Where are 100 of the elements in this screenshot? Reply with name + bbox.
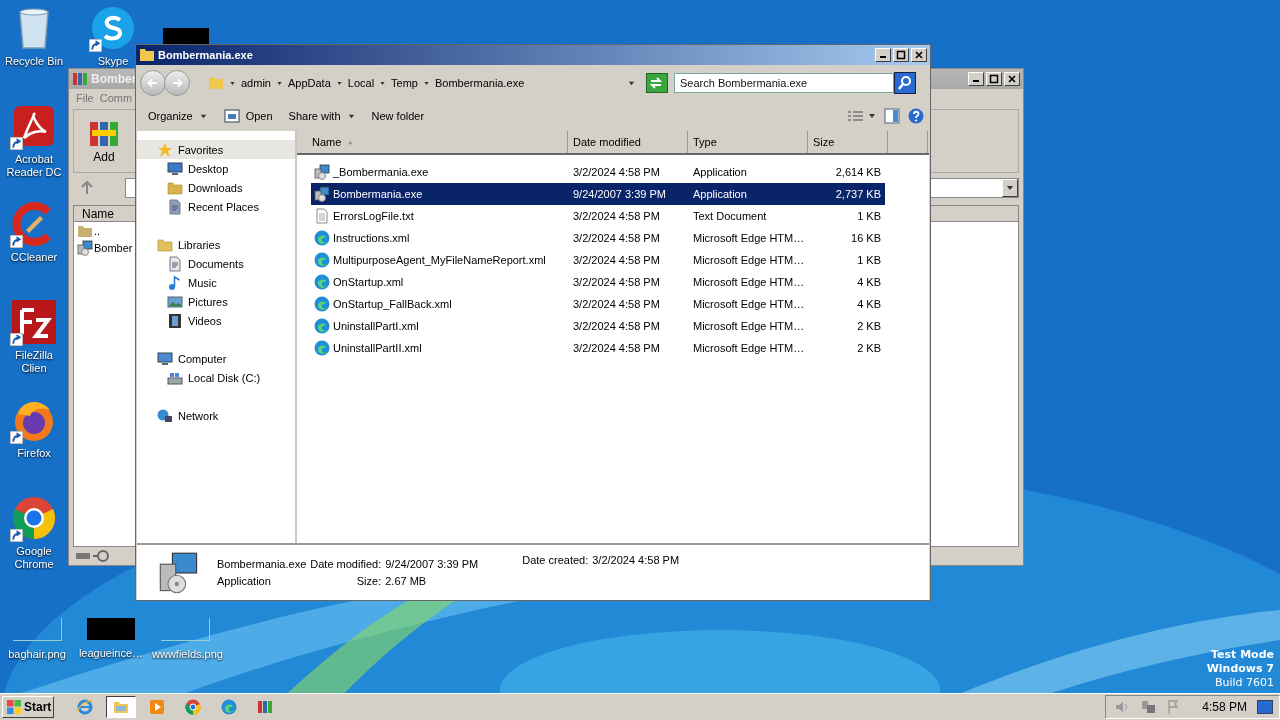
desktop-icon-label[interactable]: Firefox bbox=[17, 447, 51, 460]
browser-icon bbox=[77, 699, 93, 715]
search-button[interactable] bbox=[894, 72, 916, 94]
toolbar-button[interactable]: Open bbox=[217, 105, 279, 127]
file-row[interactable]: Instructions.xml 3/2/2024 4:58 PM Microsoft Edge HTM… 16 KB bbox=[311, 227, 885, 249]
os-notice-text: Test Mode bbox=[1211, 648, 1274, 662]
maximize-button[interactable] bbox=[986, 72, 1002, 86]
column-header[interactable]: Date modified bbox=[568, 131, 688, 153]
breadcrumb-item[interactable]: Temp bbox=[391, 77, 418, 89]
forward-button[interactable] bbox=[164, 70, 190, 96]
size-cell-text: 2,737 KB bbox=[834, 188, 882, 200]
file-name[interactable]: Bomber bbox=[94, 241, 133, 254]
desktop-icon-label[interactable]: FileZilla Clien bbox=[1, 349, 67, 375]
windows-logo bbox=[6, 699, 22, 715]
address-bar[interactable]: admin AppData Local Temp Bombermania.exe bbox=[202, 72, 642, 94]
file-row[interactable]: UninstallPartII.xml 3/2/2024 4:58 PM Microsoft Edge HTM… 2 KB bbox=[311, 337, 885, 359]
column-header[interactable]: Size bbox=[808, 131, 888, 153]
nav-item[interactable]: Libraries bbox=[137, 235, 295, 254]
file-name[interactable]: .. bbox=[94, 224, 101, 237]
edge-icon bbox=[314, 274, 330, 290]
toolbar-button[interactable]: Organize bbox=[142, 107, 214, 125]
start-button[interactable]: Start bbox=[2, 696, 54, 718]
size-cell-text: 2 KB bbox=[856, 342, 882, 354]
skype-icon bbox=[89, 4, 137, 52]
nav-item[interactable]: Favorites bbox=[137, 140, 295, 159]
maximize-button[interactable] bbox=[893, 48, 909, 62]
file-row[interactable]: MultipurposeAgent_MyFileNameReport.xml 3/2/2024 4:58 PM Microsoft Edge HTM… 1 KB bbox=[311, 249, 885, 271]
close-button[interactable] bbox=[911, 48, 927, 62]
close-button[interactable] bbox=[1004, 72, 1020, 86]
nav-item[interactable]: Computer bbox=[137, 349, 295, 368]
nav-item[interactable]: Network bbox=[137, 406, 295, 425]
dropdown-button[interactable] bbox=[1002, 179, 1018, 197]
nav-item[interactable]: Videos bbox=[137, 311, 295, 330]
breadcrumb-item[interactable]: admin bbox=[241, 77, 271, 89]
desktop-icon-label[interactable]: Google Chrome bbox=[1, 545, 67, 571]
refresh-button[interactable] bbox=[646, 73, 668, 93]
nav-item[interactable]: Downloads bbox=[137, 178, 295, 197]
breadcrumb-item[interactable]: Local bbox=[347, 77, 375, 89]
network-icon[interactable] bbox=[1140, 699, 1157, 715]
file-name: UninstallPartI.xml bbox=[333, 320, 419, 332]
up-arrow-icon[interactable] bbox=[79, 180, 95, 196]
caret-icon bbox=[275, 79, 283, 87]
caret-icon bbox=[423, 79, 430, 87]
breadcrumb-item[interactable]: AppData bbox=[287, 77, 331, 89]
nav-item[interactable]: Local Disk (C:) bbox=[137, 368, 295, 387]
music-note-icon bbox=[167, 274, 183, 291]
file-row[interactable]: OnStartup_FallBack.xml 3/2/2024 4:58 PM Microsoft Edge HTM… 4 KB bbox=[311, 293, 885, 315]
desktop-icon-label[interactable]: Recycle Bin bbox=[4, 55, 64, 68]
file-label[interactable]: baghair.png bbox=[8, 648, 66, 661]
file-name: Bombermania.exe bbox=[217, 558, 307, 570]
folder-icon bbox=[208, 75, 224, 91]
file-label[interactable]: leagueince… bbox=[78, 647, 144, 660]
size-cell-text: 4 KB bbox=[856, 298, 882, 310]
minimize-button[interactable] bbox=[875, 48, 891, 62]
monitor-icon bbox=[167, 160, 183, 177]
type-cell-text: Application bbox=[692, 166, 748, 178]
type-cell-text: Microsoft Edge HTM… bbox=[692, 254, 806, 266]
date-cell-text: 3/2/2024 4:58 PM bbox=[572, 298, 661, 310]
help-button[interactable] bbox=[908, 108, 924, 124]
desktop-icon-label[interactable]: Skype bbox=[97, 55, 129, 68]
search-field[interactable]: Search Bombermania.exe bbox=[674, 73, 894, 93]
file-row[interactable]: Bombermania.exe 9/24/2007 3:39 PM Application 2,737 KB bbox=[311, 183, 885, 205]
nav-item[interactable]: Music bbox=[137, 273, 295, 292]
star-icon bbox=[157, 141, 173, 158]
folder-icon bbox=[113, 699, 129, 715]
clock[interactable]: 4:58 PM bbox=[1202, 700, 1247, 714]
books-icon bbox=[257, 699, 273, 715]
nav-item[interactable]: Pictures bbox=[137, 292, 295, 311]
nav-item[interactable]: Recent Places bbox=[137, 197, 295, 216]
add-button[interactable]: Add bbox=[88, 118, 120, 164]
minimize-button[interactable] bbox=[968, 72, 984, 86]
maximize-icon bbox=[896, 50, 906, 60]
file-row[interactable]: OnStartup.xml 3/2/2024 4:58 PM Microsoft Edge HTM… 4 KB bbox=[311, 271, 885, 293]
size-cell-text: 2 KB bbox=[856, 320, 882, 332]
file-name: _Bombermania.exe bbox=[333, 166, 429, 178]
refresh-icon bbox=[648, 75, 664, 91]
back-button[interactable] bbox=[140, 70, 166, 96]
toolbar-button[interactable]: Share with bbox=[282, 107, 362, 125]
view-options-button[interactable] bbox=[846, 109, 876, 123]
column-header[interactable]: Name bbox=[82, 206, 114, 221]
show-desktop-button[interactable] bbox=[1257, 700, 1273, 714]
detail-label: Date created: bbox=[522, 554, 589, 566]
desktop-icon-label[interactable]: CCleaner bbox=[10, 251, 58, 264]
preview-pane-button[interactable] bbox=[884, 108, 900, 124]
image-thumbnail bbox=[12, 618, 62, 641]
installer-icon bbox=[77, 239, 93, 256]
file-row[interactable]: UninstallPartI.xml 3/2/2024 4:58 PM Microsoft Edge HTM… 2 KB bbox=[311, 315, 885, 337]
file-name: OnStartup.xml bbox=[333, 276, 404, 288]
file-row[interactable]: _Bombermania.exe 3/2/2024 4:58 PM Application 2,614 KB bbox=[311, 161, 885, 183]
taskbar-app-button[interactable] bbox=[106, 696, 136, 718]
toolbar-button[interactable]: New folder bbox=[365, 107, 431, 125]
nav-item[interactable]: Documents bbox=[137, 254, 295, 273]
desktop-icon-label[interactable]: Acrobat Reader DC bbox=[1, 153, 67, 179]
nav-item[interactable]: Desktop bbox=[137, 159, 295, 178]
breadcrumb-item[interactable]: Bombermania.exe bbox=[435, 77, 525, 89]
column-header[interactable]: Name bbox=[297, 131, 568, 153]
edge-icon bbox=[314, 296, 330, 312]
file-row[interactable]: ErrorsLogFile.txt 3/2/2024 4:58 PM Text Document 1 KB bbox=[311, 205, 885, 227]
column-header[interactable]: Type bbox=[688, 131, 808, 153]
file-name: MultipurposeAgent_MyFileNameReport.xml bbox=[333, 254, 546, 266]
